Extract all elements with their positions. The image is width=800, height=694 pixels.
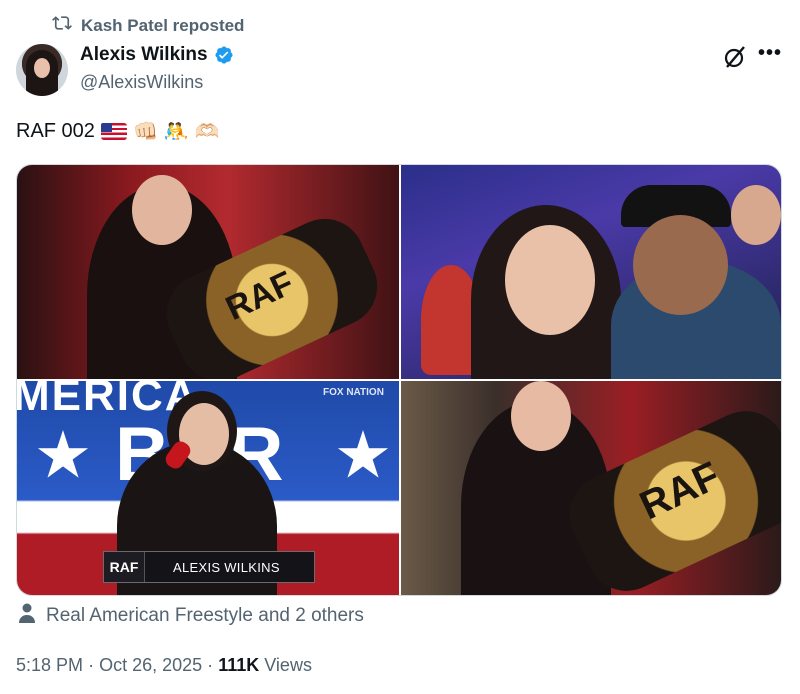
network-logo: FOX NATION <box>323 387 384 398</box>
fist-emoji: 👊🏻 <box>132 119 158 143</box>
media-image-3[interactable]: MERICA ★ ★ BER FOX NATION RAF ALEXIS WIL… <box>17 381 399 595</box>
verified-icon[interactable] <box>214 45 234 65</box>
grok-icon[interactable] <box>722 44 748 70</box>
repost-icon <box>52 13 72 38</box>
heart-hands-emoji: 🫶🏻 <box>194 119 220 143</box>
tweet-meta: 5:18 PM · Oct 26, 2025 · 111K Views <box>16 655 312 676</box>
repost-header[interactable]: Kash Patel reposted <box>52 13 244 38</box>
lower-third-logo: RAF <box>104 552 145 582</box>
meta-separator: · <box>207 655 214 675</box>
media-image-4[interactable]: RAF <box>401 381 781 595</box>
author-handle[interactable]: @AlexisWilkins <box>80 72 203 93</box>
tweet-text: RAF 002 👊🏻 🤼 🫶🏻 <box>16 119 220 143</box>
avatar[interactable] <box>16 44 68 96</box>
author-name-row[interactable]: Alexis Wilkins <box>80 44 234 66</box>
meta-separator: · <box>88 655 95 675</box>
tagged-label[interactable]: Real American Freestyle and 2 others <box>46 605 364 627</box>
media-image-1[interactable]: RAF <box>17 165 399 379</box>
banner-star-right: ★ <box>337 423 389 488</box>
wrestlers-emoji: 🤼 <box>163 119 189 143</box>
more-icon[interactable]: ••• <box>758 42 782 65</box>
person-icon <box>18 603 36 629</box>
banner-star-left: ★ <box>37 423 89 488</box>
media-image-2[interactable] <box>401 165 781 379</box>
tweet-body: RAF 002 <box>16 119 95 142</box>
views-label: Views <box>264 655 312 675</box>
repost-label: Kash Patel reposted <box>81 15 245 35</box>
us-flag-emoji <box>100 122 127 140</box>
media-grid: RAF MERICA ★ ★ BER FOX NATION RAF ALEXIS… <box>16 164 782 596</box>
author-display-name[interactable]: Alexis Wilkins <box>80 44 208 66</box>
lower-third: RAF ALEXIS WILKINS <box>103 551 315 583</box>
views-count[interactable]: 111K <box>218 655 259 675</box>
lower-third-name: ALEXIS WILKINS <box>173 559 280 575</box>
tweet-date[interactable]: Oct 26, 2025 <box>99 655 202 675</box>
tagged-users[interactable]: Real American Freestyle and 2 others <box>18 603 364 629</box>
tweet-time[interactable]: 5:18 PM <box>16 655 83 675</box>
